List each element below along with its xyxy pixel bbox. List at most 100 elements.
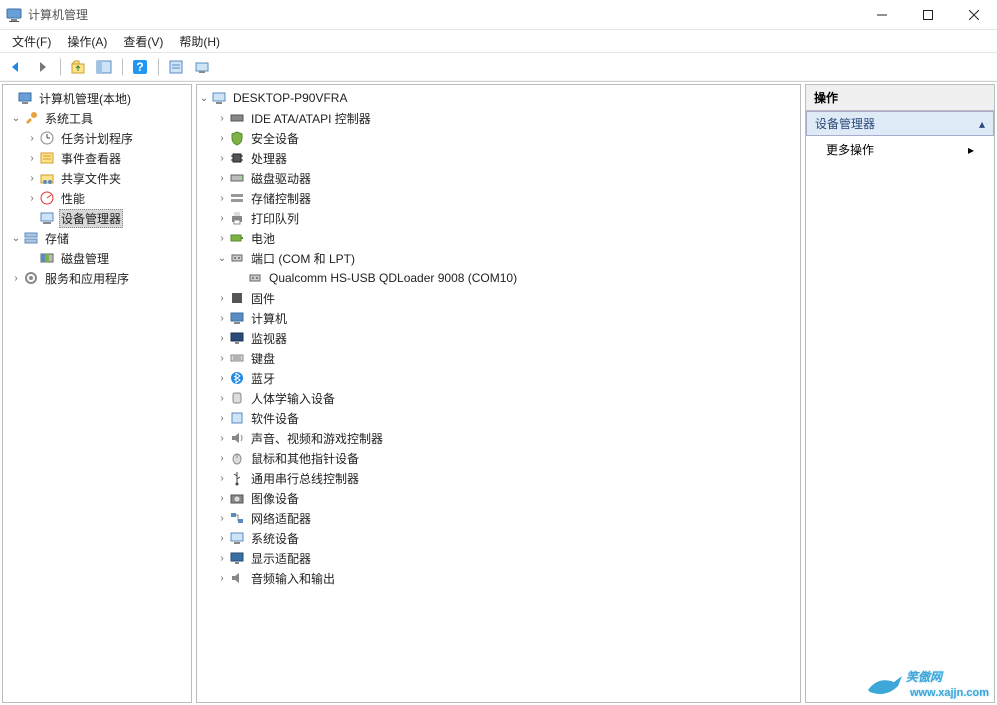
expand-icon[interactable]: › [215,353,229,364]
device-ports[interactable]: ⌄端口 (COM 和 LPT) [197,248,800,268]
menu-file[interactable]: 文件(F) [4,31,59,52]
device-tree-pane[interactable]: ⌄DESKTOP-P90VFRA ›IDE ATA/ATAPI 控制器 ›安全设… [196,84,801,703]
expand-icon[interactable]: › [25,133,39,144]
device-hid[interactable]: ›人体学输入设备 [197,388,800,408]
tree-shared-folders[interactable]: › 共享文件夹 [3,168,191,188]
disk-mgmt-icon [39,250,55,266]
expand-icon[interactable]: › [215,413,229,424]
expand-icon[interactable]: › [25,153,39,164]
expand-icon[interactable]: › [215,533,229,544]
minimize-button[interactable] [859,0,905,30]
svg-text:?: ? [136,60,143,74]
disk-icon [229,170,245,186]
tree-label: 电池 [249,229,277,248]
device-port-item[interactable]: Qualcomm HS-USB QDLoader 9008 (COM10) [197,268,800,288]
expand-icon[interactable]: › [215,133,229,144]
device-battery[interactable]: › 电池 [197,228,800,248]
menu-help[interactable]: 帮助(H) [171,31,228,52]
tree-disk-management[interactable]: 磁盘管理 [3,248,191,268]
expand-icon[interactable]: › [215,293,229,304]
actions-more[interactable]: 更多操作 ▸ [806,136,994,163]
expand-icon[interactable]: › [215,553,229,564]
tree-label: 监视器 [249,329,289,348]
device-bluetooth[interactable]: ›蓝牙 [197,368,800,388]
tree-performance[interactable]: › 性能 [3,188,191,208]
tree-device-manager[interactable]: 设备管理器 [3,208,191,228]
device-software[interactable]: ›软件设备 [197,408,800,428]
tree-label: 计算机 [249,309,289,328]
expand-icon[interactable]: › [215,493,229,504]
expand-icon[interactable]: › [215,473,229,484]
device-mouse[interactable]: ›鼠标和其他指针设备 [197,448,800,468]
device-usb[interactable]: ›通用串行总线控制器 [197,468,800,488]
computer-icon [211,90,227,106]
expand-icon[interactable]: › [215,573,229,584]
expand-icon[interactable]: › [215,393,229,404]
up-button[interactable] [66,55,90,79]
device-system[interactable]: ›系统设备 [197,528,800,548]
close-button[interactable] [951,0,997,30]
tree-label: 计算机管理(本地) [37,89,133,108]
forward-button[interactable] [30,55,54,79]
expand-icon[interactable]: › [215,333,229,344]
collapse-icon[interactable]: ⌄ [197,93,211,104]
expand-icon[interactable]: › [215,433,229,444]
tree-label: 处理器 [249,149,289,168]
menu-action[interactable]: 操作(A) [59,31,115,52]
expand-icon[interactable]: › [215,373,229,384]
device-print-queue[interactable]: › 打印队列 [197,208,800,228]
tree-storage[interactable]: ⌄ 存储 [3,228,191,248]
tree-services-apps[interactable]: › 服务和应用程序 [3,268,191,288]
expand-icon[interactable]: › [215,173,229,184]
collapse-icon[interactable]: ⌄ [215,253,229,264]
scan-hardware-button[interactable] [190,55,214,79]
collapse-icon[interactable]: ⌄ [9,233,23,244]
device-keyboard[interactable]: ›键盘 [197,348,800,368]
device-root[interactable]: ⌄DESKTOP-P90VFRA [197,88,800,108]
tree-label: 存储 [43,229,71,248]
device-network[interactable]: ›网络适配器 [197,508,800,528]
expand-icon[interactable]: › [215,513,229,524]
tree-system-tools[interactable]: ⌄ 系统工具 [3,108,191,128]
expand-icon[interactable]: › [215,153,229,164]
keyboard-icon [229,350,245,366]
expand-icon[interactable]: › [215,233,229,244]
tree-label: 打印队列 [249,209,301,228]
device-display[interactable]: ›显示适配器 [197,548,800,568]
expand-icon[interactable]: › [215,113,229,124]
left-tree-pane[interactable]: 计算机管理(本地) ⌄ 系统工具 › 任务计划程序 › 事件查看器 › 共享文件… [2,84,192,703]
firmware-icon [229,290,245,306]
device-monitor[interactable]: › 监视器 [197,328,800,348]
properties-button[interactable] [164,55,188,79]
device-audio-io[interactable]: ›音频输入和输出 [197,568,800,588]
device-imaging[interactable]: ›图像设备 [197,488,800,508]
expand-icon[interactable]: › [215,213,229,224]
actions-section[interactable]: 设备管理器 ▴ [806,111,994,136]
tree-event-viewer[interactable]: › 事件查看器 [3,148,191,168]
collapse-icon[interactable]: ⌄ [9,113,23,124]
device-ide[interactable]: ›IDE ATA/ATAPI 控制器 [197,108,800,128]
expand-icon[interactable]: › [215,453,229,464]
tree-root[interactable]: 计算机管理(本地) [3,88,191,108]
software-icon [229,410,245,426]
device-cpu[interactable]: › 处理器 [197,148,800,168]
device-firmware[interactable]: ›固件 [197,288,800,308]
chevron-right-icon: ▸ [968,143,974,157]
expand-icon[interactable]: › [25,173,39,184]
expand-icon[interactable]: › [25,193,39,204]
device-disk-drives[interactable]: ›磁盘驱动器 [197,168,800,188]
maximize-button[interactable] [905,0,951,30]
expand-icon[interactable]: › [215,193,229,204]
tree-task-scheduler[interactable]: › 任务计划程序 [3,128,191,148]
back-button[interactable] [4,55,28,79]
expand-icon[interactable]: › [215,313,229,324]
device-storage-ctrl[interactable]: ›存储控制器 [197,188,800,208]
device-security[interactable]: ›安全设备 [197,128,800,148]
show-hide-tree-button[interactable] [92,55,116,79]
device-sound[interactable]: ›声音、视频和游戏控制器 [197,428,800,448]
expand-icon[interactable]: › [9,273,23,284]
device-computer[interactable]: › 计算机 [197,308,800,328]
tree-label: 系统工具 [43,109,95,128]
menu-view[interactable]: 查看(V) [115,31,171,52]
help-button[interactable]: ? [128,55,152,79]
